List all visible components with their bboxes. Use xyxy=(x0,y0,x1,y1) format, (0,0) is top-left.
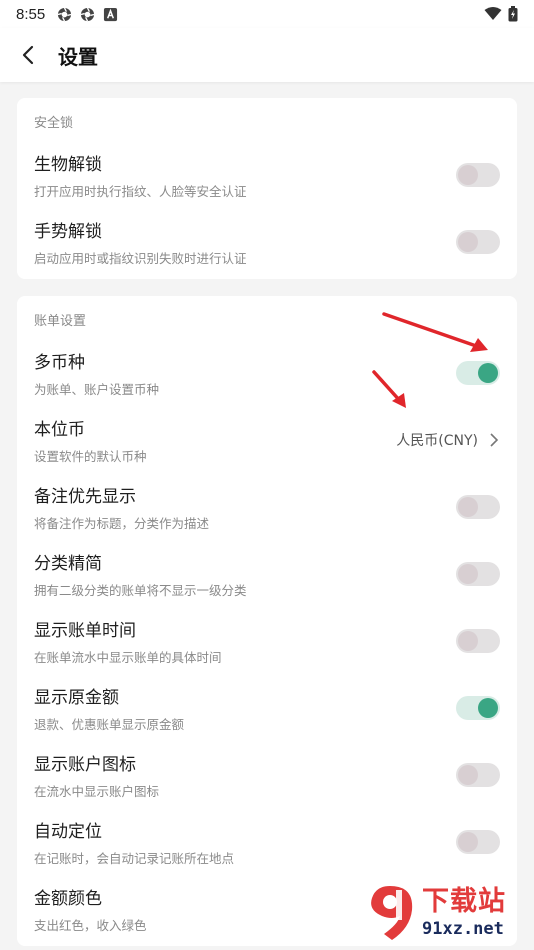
row-texts: 显示账户图标 在流水中显示账户图标 xyxy=(34,750,159,800)
row-title: 显示账单时间 xyxy=(34,620,136,641)
a-box-icon xyxy=(104,7,118,21)
setting-row-show-original-amount[interactable]: 显示原金额 退款、优惠账单显示原金额 xyxy=(34,674,500,741)
annotation-arrow-icon xyxy=(382,312,488,352)
setting-row-show-account-icon[interactable]: 显示账户图标 在流水中显示账户图标 xyxy=(34,741,500,808)
row-texts: 自动定位 在记账时，会自动记录记账所在地点 xyxy=(34,817,234,867)
setting-row-category-simplify[interactable]: 分类精简 拥有二级分类的账单将不显示一级分类 xyxy=(34,540,500,607)
row-title: 显示账户图标 xyxy=(34,754,136,775)
watermark: 下载站 91xz.net xyxy=(362,878,528,948)
row-title: 备注优先显示 xyxy=(34,486,136,507)
aperture-icon xyxy=(80,7,95,21)
setting-row-gesture[interactable]: 手势解锁 启动应用时或指纹识别失败时进行认证 xyxy=(34,208,500,275)
row-desc: 拥有二级分类的账单将不显示一级分类 xyxy=(34,582,247,598)
row-title: 生物解锁 xyxy=(34,154,102,175)
toggle-knob xyxy=(478,697,498,718)
row-title: 手势解锁 xyxy=(34,221,102,242)
section-label-security: 安全锁 xyxy=(34,116,74,131)
row-texts: 多币种 为账单、账户设置币种 xyxy=(34,348,159,398)
row-texts: 分类精简 拥有二级分类的账单将不显示一级分类 xyxy=(34,549,247,599)
biometric-toggle[interactable] xyxy=(456,162,500,187)
toggle-knob xyxy=(458,563,478,584)
watermark-logo-icon xyxy=(371,886,413,940)
toggle-knob xyxy=(458,630,478,651)
row-title: 金额颜色 xyxy=(34,888,102,909)
row-desc: 在记账时，会自动记录记账所在地点 xyxy=(34,850,235,866)
auto-location-toggle[interactable] xyxy=(456,829,500,854)
toggle-knob xyxy=(458,496,478,517)
row-texts: 显示原金额 退款、优惠账单显示原金额 xyxy=(34,683,184,733)
row-title: 分类精简 xyxy=(34,553,102,574)
gesture-toggle[interactable] xyxy=(456,229,500,254)
back-arrow-icon[interactable] xyxy=(18,44,40,66)
row-desc: 支出红色，收入绿色 xyxy=(34,917,147,933)
chevron-right-icon xyxy=(490,432,499,447)
row-texts: 手势解锁 启动应用时或指纹识别失败时进行认证 xyxy=(34,217,247,267)
row-desc: 退款、优惠账单显示原金额 xyxy=(34,716,185,732)
row-texts: 本位币 设置软件的默认币种 xyxy=(34,415,147,465)
annotation-arrow-icon xyxy=(372,370,406,408)
toggle-knob xyxy=(458,831,478,852)
row-desc: 打开应用时执行指纹、人脸等安全认证 xyxy=(34,183,247,199)
setting-row-show-bill-time[interactable]: 显示账单时间 在账单流水中显示账单的具体时间 xyxy=(34,607,500,674)
row-desc: 在流水中显示账户图标 xyxy=(34,783,160,799)
setting-row-note-first[interactable]: 备注优先显示 将备注作为标题，分类作为描述 xyxy=(34,473,500,540)
bill-settings-card: 账单设置 多币种 为账单、账户设置币种 本位币 设置软件的默认币种 人民币(CN… xyxy=(17,296,517,946)
row-desc: 在账单流水中显示账单的具体时间 xyxy=(34,649,222,665)
row-title: 本位币 xyxy=(34,419,85,440)
show-bill-time-toggle[interactable] xyxy=(456,628,500,653)
setting-row-auto-location[interactable]: 自动定位 在记账时，会自动记录记账所在地点 xyxy=(34,808,500,875)
watermark-text: 下载站 91xz.net xyxy=(422,886,506,940)
category-simplify-toggle[interactable] xyxy=(456,561,500,586)
watermark-small: 91xz.net xyxy=(422,919,504,939)
status-bar: 8:55 xyxy=(0,0,534,28)
row-texts: 备注优先显示 将备注作为标题，分类作为描述 xyxy=(34,482,209,532)
row-title: 显示原金额 xyxy=(34,687,119,708)
toggle-knob xyxy=(478,362,498,383)
wifi-icon xyxy=(484,7,502,20)
row-desc: 为账单、账户设置币种 xyxy=(34,381,160,397)
status-time: 8:55 xyxy=(16,5,46,23)
watermark-big: 下载站 xyxy=(422,886,506,917)
row-desc: 启动应用时或指纹识别失败时进行认证 xyxy=(34,250,247,266)
header: 设置 xyxy=(0,28,534,82)
row-desc: 将备注作为标题，分类作为描述 xyxy=(34,515,210,531)
row-texts: 生物解锁 打开应用时执行指纹、人脸等安全认证 xyxy=(34,150,247,200)
show-account-icon-toggle[interactable] xyxy=(456,762,500,787)
page-title: 设置 xyxy=(58,44,98,69)
aperture-icon xyxy=(57,7,72,21)
base-currency-value: 人民币(CNY) xyxy=(396,432,478,449)
toggle-knob xyxy=(458,231,478,252)
security-card: 安全锁 生物解锁 打开应用时执行指纹、人脸等安全认证 手势解锁 启动应用时或指纹… xyxy=(17,98,517,279)
multi-currency-toggle[interactable] xyxy=(456,360,500,385)
row-texts: 显示账单时间 在账单流水中显示账单的具体时间 xyxy=(34,616,222,666)
row-desc: 设置软件的默认币种 xyxy=(34,448,147,464)
row-texts: 金额颜色 支出红色，收入绿色 xyxy=(34,884,147,934)
show-original-amount-toggle[interactable] xyxy=(456,695,500,720)
setting-row-biometric[interactable]: 生物解锁 打开应用时执行指纹、人脸等安全认证 xyxy=(34,141,500,208)
setting-row-base-currency[interactable]: 本位币 设置软件的默认币种 人民币(CNY) xyxy=(34,406,500,473)
base-currency-select[interactable]: 人民币(CNY) xyxy=(396,430,500,450)
row-title: 自动定位 xyxy=(34,821,102,842)
status-right xyxy=(484,6,518,22)
toggle-knob xyxy=(458,764,478,785)
row-title: 多币种 xyxy=(34,352,85,373)
note-first-toggle[interactable] xyxy=(456,494,500,519)
battery-icon xyxy=(508,6,518,22)
toggle-knob xyxy=(458,164,478,185)
